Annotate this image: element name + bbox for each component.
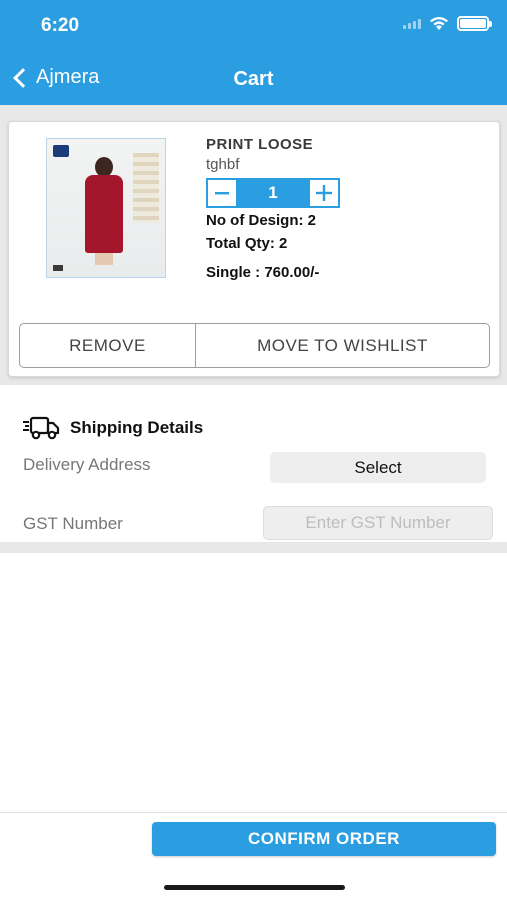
section-divider [0,542,507,553]
signal-icon [403,18,421,29]
cart-item-card: PRINT LOOSE tghbf 1 No of Design: 2 Tota… [8,121,500,377]
select-address-button[interactable]: Select [270,452,486,483]
shipping-header: Shipping Details [22,415,203,441]
quantity-stepper: 1 [206,178,340,208]
minus-icon [215,192,229,195]
single-price: Single : 760.00/- [206,264,320,281]
gst-number-label: GST Number [23,514,123,533]
page-title: Cart [233,68,274,90]
decrement-button[interactable] [208,180,238,206]
move-to-wishlist-button[interactable]: MOVE TO WISHLIST [196,324,489,367]
app-header: 6:20 Ajmera Cart [0,0,507,105]
product-image[interactable] [46,138,166,278]
status-icons [403,16,492,31]
battery-icon [457,16,492,31]
quantity-value: 1 [238,180,308,206]
gst-number-input[interactable]: Enter GST Number [263,506,493,540]
increment-button[interactable] [308,180,338,206]
wifi-icon [430,17,448,30]
delivery-address-label: Delivery Address [23,455,151,474]
home-indicator [164,885,345,890]
product-name: PRINT LOOSE [206,136,314,153]
remove-button[interactable]: REMOVE [20,324,196,367]
status-time: 6:20 [41,15,80,36]
plus-icon [316,185,332,201]
total-qty: Total Qty: 2 [206,235,288,252]
item-actions: REMOVE MOVE TO WISHLIST [19,323,490,368]
no-of-design: No of Design: 2 [206,212,317,229]
confirm-order-button[interactable]: CONFIRM ORDER [152,822,496,856]
truck-icon [23,416,60,440]
shipping-title: Shipping Details [70,418,204,437]
product-subtitle: tghbf [206,156,240,173]
